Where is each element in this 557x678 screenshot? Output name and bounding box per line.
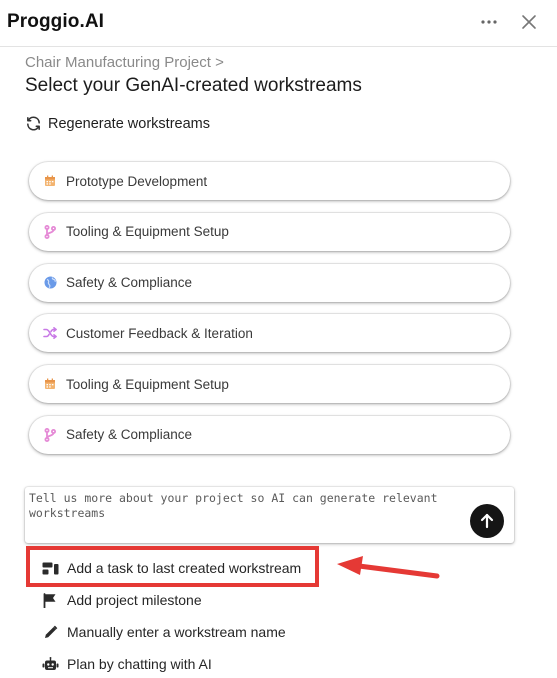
annotation-arrow-icon — [337, 556, 440, 579]
calendar-icon — [43, 377, 57, 391]
regenerate-label: Regenerate workstreams — [48, 115, 210, 132]
flag-icon — [41, 592, 59, 608]
workstream-label: Customer Feedback & Iteration — [66, 325, 253, 341]
add-task-to-last-workstream-button[interactable]: Add a task to last created workstream — [41, 558, 301, 578]
robot-icon — [41, 656, 59, 672]
task-icon — [41, 560, 59, 576]
workstream-item[interactable]: Tooling & Equipment Setup — [29, 365, 510, 404]
action-label: Add project milestone — [67, 592, 202, 608]
branch-icon — [43, 427, 57, 442]
project-description-box — [25, 487, 514, 543]
top-actions — [479, 12, 539, 32]
arrow-up-icon — [480, 513, 494, 529]
workstream-label: Safety & Compliance — [66, 427, 193, 443]
more-horizontal-icon[interactable] — [479, 12, 499, 32]
action-label: Plan by chatting with AI — [67, 656, 212, 672]
workstream-label: Tooling & Equipment Setup — [66, 376, 229, 392]
calendar-icon — [43, 174, 57, 188]
page-title: Select your GenAI-created workstreams — [25, 75, 362, 96]
branch-icon — [43, 224, 57, 239]
secondary-actions: Add a task to last created workstream Ad… — [41, 558, 301, 678]
workstream-item[interactable]: Safety & Compliance — [29, 263, 510, 302]
plan-by-chatting-button[interactable]: Plan by chatting with AI — [41, 654, 301, 674]
workstream-label: Safety & Compliance — [66, 275, 193, 291]
regenerate-workstreams-button[interactable]: Regenerate workstreams — [25, 115, 210, 132]
breadcrumb[interactable]: Chair Manufacturing Project > — [25, 54, 224, 71]
shuffle-icon — [43, 326, 57, 340]
action-label: Manually enter a workstream name — [67, 624, 286, 640]
workstream-item[interactable]: Tooling & Equipment Setup — [29, 212, 510, 251]
workstream-list: Prototype Development Tooling & Equipmen… — [29, 162, 510, 467]
workstream-label: Tooling & Equipment Setup — [66, 224, 229, 240]
refresh-icon — [25, 115, 42, 132]
action-label: Add a task to last created workstream — [67, 560, 302, 576]
manually-enter-workstream-button[interactable]: Manually enter a workstream name — [41, 622, 301, 642]
pencil-icon — [41, 624, 59, 640]
top-bar: Proggio.AI — [0, 0, 557, 47]
send-button[interactable] — [470, 504, 504, 538]
close-icon[interactable] — [519, 12, 539, 32]
add-project-milestone-button[interactable]: Add project milestone — [41, 590, 301, 610]
workstream-item[interactable]: Prototype Development — [29, 162, 510, 200]
globe-icon — [43, 276, 57, 290]
workstream-item[interactable]: Safety & Compliance — [29, 415, 510, 454]
workstream-item[interactable]: Customer Feedback & Iteration — [29, 314, 510, 353]
workstream-panel: Proggio.AI Chair Manufacturing Project >… — [0, 0, 557, 678]
workstream-label: Prototype Development — [66, 173, 208, 189]
project-description-input[interactable] — [29, 491, 467, 537]
app-title: Proggio.AI — [7, 11, 105, 32]
